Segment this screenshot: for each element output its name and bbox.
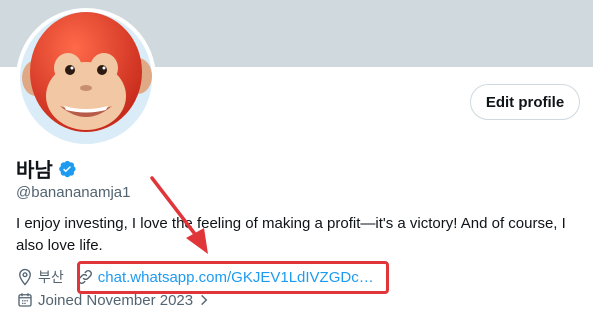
annotation-arrow <box>150 176 208 254</box>
